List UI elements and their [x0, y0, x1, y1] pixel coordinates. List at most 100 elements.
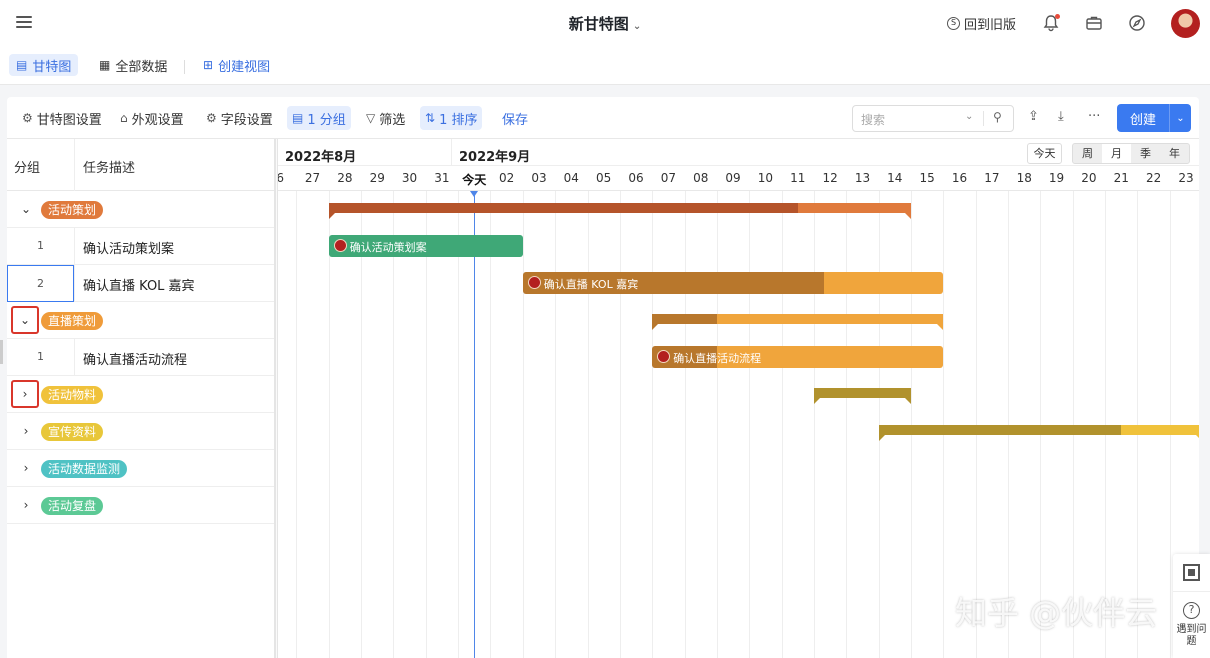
day-label: 20 — [1081, 171, 1097, 185]
day-label: 07 — [660, 171, 676, 185]
divider — [184, 60, 185, 74]
group-row[interactable]: › 活动复盘 — [7, 487, 274, 524]
grid-line — [361, 191, 363, 658]
today-button[interactable]: 今天 — [1027, 143, 1062, 164]
task-row[interactable]: 2 确认直播 KOL 嘉宾 — [7, 265, 274, 302]
grid-line — [296, 191, 298, 658]
divider — [74, 265, 75, 302]
field-settings-label: 字段设置 — [220, 112, 273, 128]
gantt-icon: ▤ — [16, 58, 28, 72]
task-description[interactable]: 确认直播活动流程 — [83, 349, 187, 368]
avatar[interactable] — [1171, 8, 1200, 38]
tab-gantt[interactable]: ▤ 甘特图 — [9, 54, 79, 76]
gantt-chart: 2022年8月 2022年9月 今天 周 月 季 年 6 27 28 29 30 31 今天… — [278, 139, 1199, 658]
day-label: 05 — [596, 171, 612, 185]
task-row[interactable]: 1 确认活动策划案 — [7, 228, 274, 265]
chevron-down-icon[interactable]: ⌄ — [965, 111, 973, 122]
group-summary-bar[interactable] — [328, 203, 911, 219]
task-description[interactable]: 确认直播 KOL 嘉宾 — [83, 275, 195, 294]
save-button[interactable]: 保存 — [497, 106, 533, 130]
today-label: 今天 — [462, 173, 487, 187]
bar-progress — [878, 425, 1122, 435]
old-version-button[interactable]: S 回到旧版 — [946, 14, 1016, 33]
chevron-right-icon[interactable]: › — [17, 422, 35, 440]
bar-cap — [904, 398, 911, 404]
grid-line — [393, 191, 395, 658]
chevron-down-icon[interactable]: ⌄ — [17, 200, 35, 218]
column-desc-header: 任务描述 — [83, 161, 136, 176]
appearance-button[interactable]: ⌂ 外观设置 — [115, 106, 189, 130]
divider — [1173, 591, 1210, 592]
field-settings-button[interactable]: ⚙ 字段设置 — [201, 106, 278, 130]
chevron-right-icon[interactable]: › — [11, 380, 39, 408]
sort-icon: ⇅ — [425, 111, 436, 125]
chevron-down-icon[interactable]: ⌄ — [11, 306, 39, 334]
group-label: 1 分组 — [307, 112, 346, 128]
month-label: 2022年8月 — [285, 150, 357, 165]
row-number[interactable]: 2 — [7, 265, 74, 302]
chevron-right-icon[interactable]: › — [17, 496, 35, 514]
grid-line — [652, 191, 654, 658]
task-description[interactable]: 确认活动策划案 — [83, 238, 174, 257]
grid-line — [619, 191, 621, 658]
chevron-down-icon[interactable]: ⌄ — [1170, 113, 1191, 124]
resize-handle[interactable] — [0, 340, 3, 364]
task-bar[interactable]: 确认直播活动流程 — [652, 346, 944, 368]
day-label: 18 — [1016, 171, 1032, 185]
table-header: 分组 任务描述 — [7, 139, 274, 191]
task-bar-label: 确认直播 KOL 嘉宾 — [543, 278, 639, 291]
day-label: 31 — [434, 171, 450, 185]
bar-cap — [652, 324, 659, 330]
filter-button[interactable]: ▽ 筛选 — [361, 106, 410, 130]
create-button[interactable]: 创建 ⌄ — [1117, 104, 1191, 132]
bar-remaining — [716, 314, 944, 324]
day-label: 14 — [887, 171, 903, 185]
today-line — [474, 191, 476, 658]
side-float-panel: ? 遇到问题 — [1173, 554, 1210, 658]
group-row[interactable]: › 活动数据监测 — [7, 450, 274, 487]
group-row[interactable]: ⌄ 直播策划 — [7, 302, 274, 339]
group-row[interactable]: › 宣传资料 — [7, 413, 274, 450]
search-icon[interactable]: ⚲ — [993, 110, 1002, 124]
scale-week-button[interactable]: 周 — [1073, 144, 1102, 163]
scale-quarter-button[interactable]: 季 — [1131, 144, 1160, 163]
group-summary-bar[interactable] — [652, 314, 944, 330]
tab-all-data[interactable]: ▦ 全部数据 — [92, 54, 174, 76]
help-label[interactable]: 遇到问题 — [1175, 624, 1208, 648]
group-row[interactable]: › 活动物料 — [7, 376, 274, 413]
more-icon[interactable]: ··· — [1088, 109, 1100, 124]
compass-icon[interactable] — [1128, 14, 1146, 32]
chevron-right-icon[interactable]: › — [17, 459, 35, 477]
column-group-header: 分组 — [14, 161, 41, 176]
grid-line — [781, 191, 783, 658]
day-label: 6 — [278, 171, 284, 185]
task-row[interactable]: 1 确认直播活动流程 — [7, 339, 274, 376]
briefcase-icon[interactable] — [1085, 14, 1103, 32]
bell-icon[interactable] — [1042, 14, 1060, 32]
group-tag: 活动数据监测 — [41, 460, 128, 478]
sort-button[interactable]: ⇅ 1 排序 — [420, 106, 483, 130]
scale-month-button[interactable]: 月 — [1102, 144, 1131, 163]
row-number[interactable]: 1 — [7, 350, 74, 363]
appearance-label: 外观设置 — [131, 112, 184, 128]
month-divider — [451, 139, 452, 165]
create-view-button[interactable]: ⊞ 创建视图 — [196, 54, 277, 76]
download-icon[interactable]: ⤓ — [1058, 109, 1064, 124]
group-row[interactable]: ⌄ 活动策划 — [7, 191, 274, 228]
upload-icon[interactable]: ⇪ — [1028, 109, 1039, 124]
gantt-settings-button[interactable]: ⚙ 甘特图设置 — [17, 106, 107, 130]
task-bar[interactable]: 确认直播 KOL 嘉宾 — [522, 272, 944, 294]
group-summary-bar[interactable] — [813, 388, 911, 404]
divider — [74, 139, 75, 191]
qrcode-icon[interactable] — [1183, 564, 1200, 581]
scale-year-button[interactable]: 年 — [1160, 144, 1189, 163]
search-input[interactable]: 搜索 ⌄ ⚲ — [852, 105, 1014, 132]
row-number[interactable]: 1 — [7, 239, 74, 252]
grid-line — [587, 191, 589, 658]
chevron-down-icon: ⌄ — [632, 21, 642, 32]
task-bar[interactable]: 确认活动策划案 — [328, 235, 523, 257]
grid-line — [522, 191, 524, 658]
group-summary-bar[interactable] — [878, 425, 1199, 441]
group-button[interactable]: ▤ 1 分组 — [287, 106, 351, 130]
help-icon[interactable]: ? — [1183, 602, 1200, 619]
